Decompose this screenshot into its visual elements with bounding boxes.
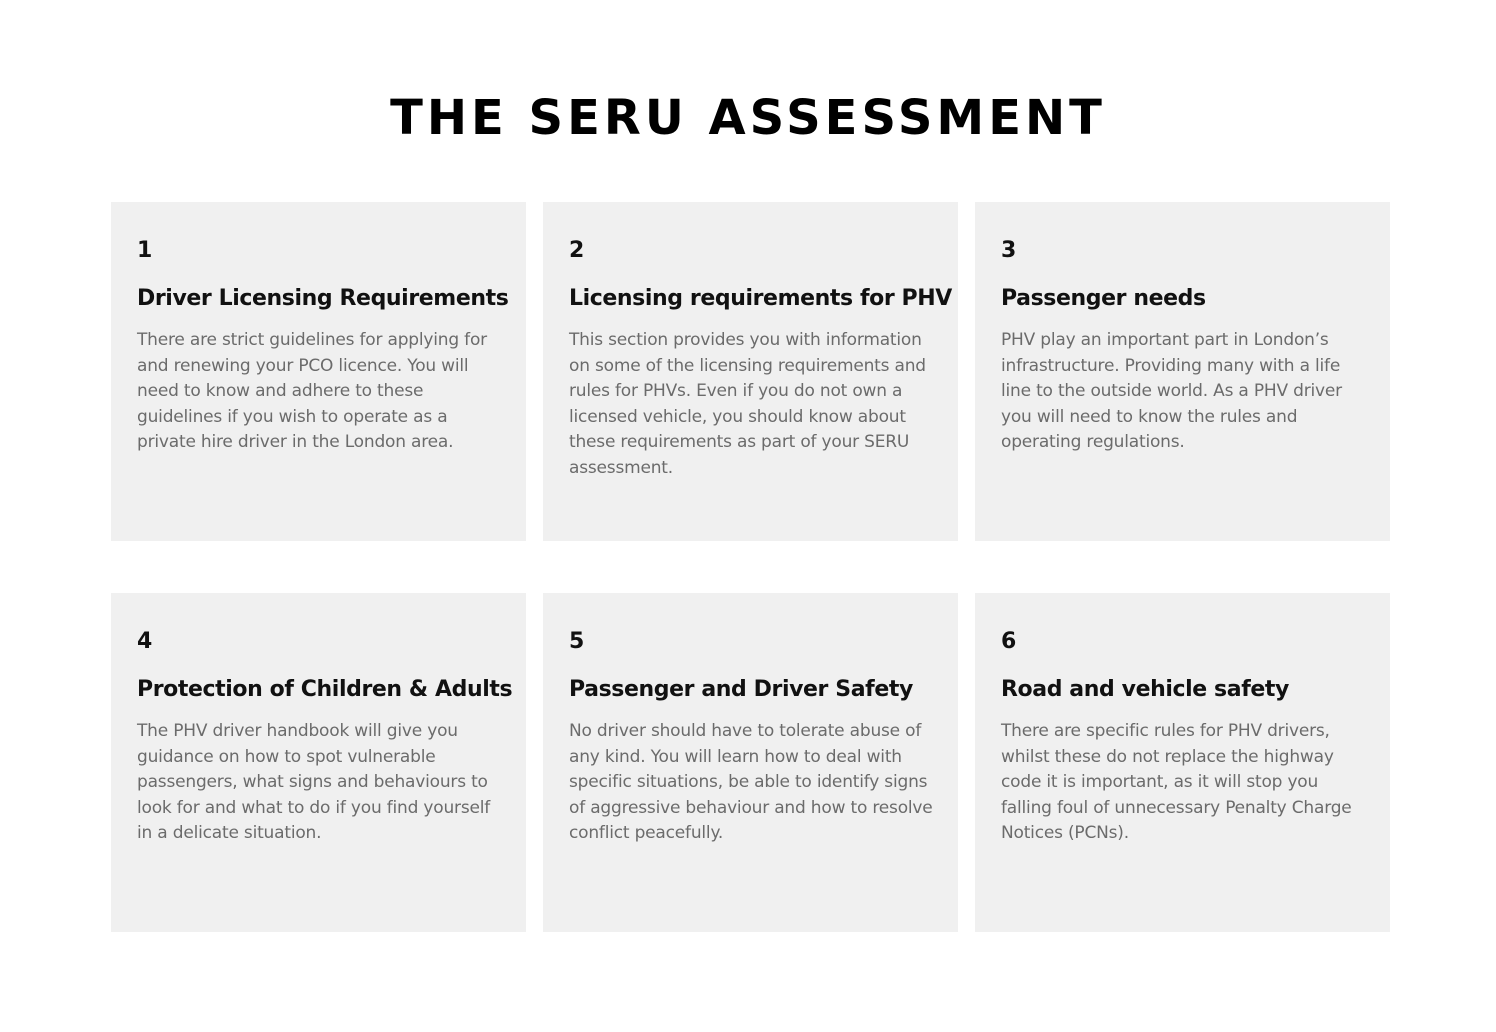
- assessment-card-1: 1 Driver Licensing Requirements There ar…: [111, 202, 526, 541]
- card-title: Passenger and Driver Safety: [569, 677, 913, 702]
- assessment-card-2: 2 Licensing requirements for PHV This se…: [543, 202, 958, 541]
- card-description: No driver should have to tolerate abuse …: [569, 721, 933, 843]
- assessment-cards-grid: 1 Driver Licensing Requirements There ar…: [111, 202, 1390, 932]
- card-number: 3: [1001, 238, 1017, 263]
- assessment-card-6: 6 Road and vehicle safety There are spec…: [975, 593, 1390, 932]
- card-description: The PHV driver handbook will give you gu…: [137, 721, 491, 843]
- card-description: There are strict guidelines for applying…: [137, 330, 487, 452]
- page-title: THE SERU ASSESSMENT: [390, 90, 1106, 146]
- card-number: 4: [137, 629, 153, 654]
- assessment-card-5: 5 Passenger and Driver Safety No driver …: [543, 593, 958, 932]
- card-number: 1: [137, 238, 153, 263]
- card-title: Protection of Children & Adults: [137, 677, 513, 702]
- assessment-card-3: 3 Passenger needs PHV play an important …: [975, 202, 1390, 541]
- card-description: There are specific rules for PHV drivers…: [1001, 721, 1352, 843]
- card-number: 5: [569, 629, 585, 654]
- card-number: 6: [1001, 629, 1017, 654]
- card-title: Passenger needs: [1001, 286, 1206, 311]
- card-number: 2: [569, 238, 585, 263]
- assessment-card-4: 4 Protection of Children & Adults The PH…: [111, 593, 526, 932]
- card-title: Road and vehicle safety: [1001, 677, 1289, 702]
- card-title: Licensing requirements for PHV: [569, 286, 952, 311]
- card-description: This section provides you with informati…: [569, 330, 926, 478]
- card-description: PHV play an important part in London’s i…: [1001, 330, 1342, 452]
- card-title: Driver Licensing Requirements: [137, 286, 509, 311]
